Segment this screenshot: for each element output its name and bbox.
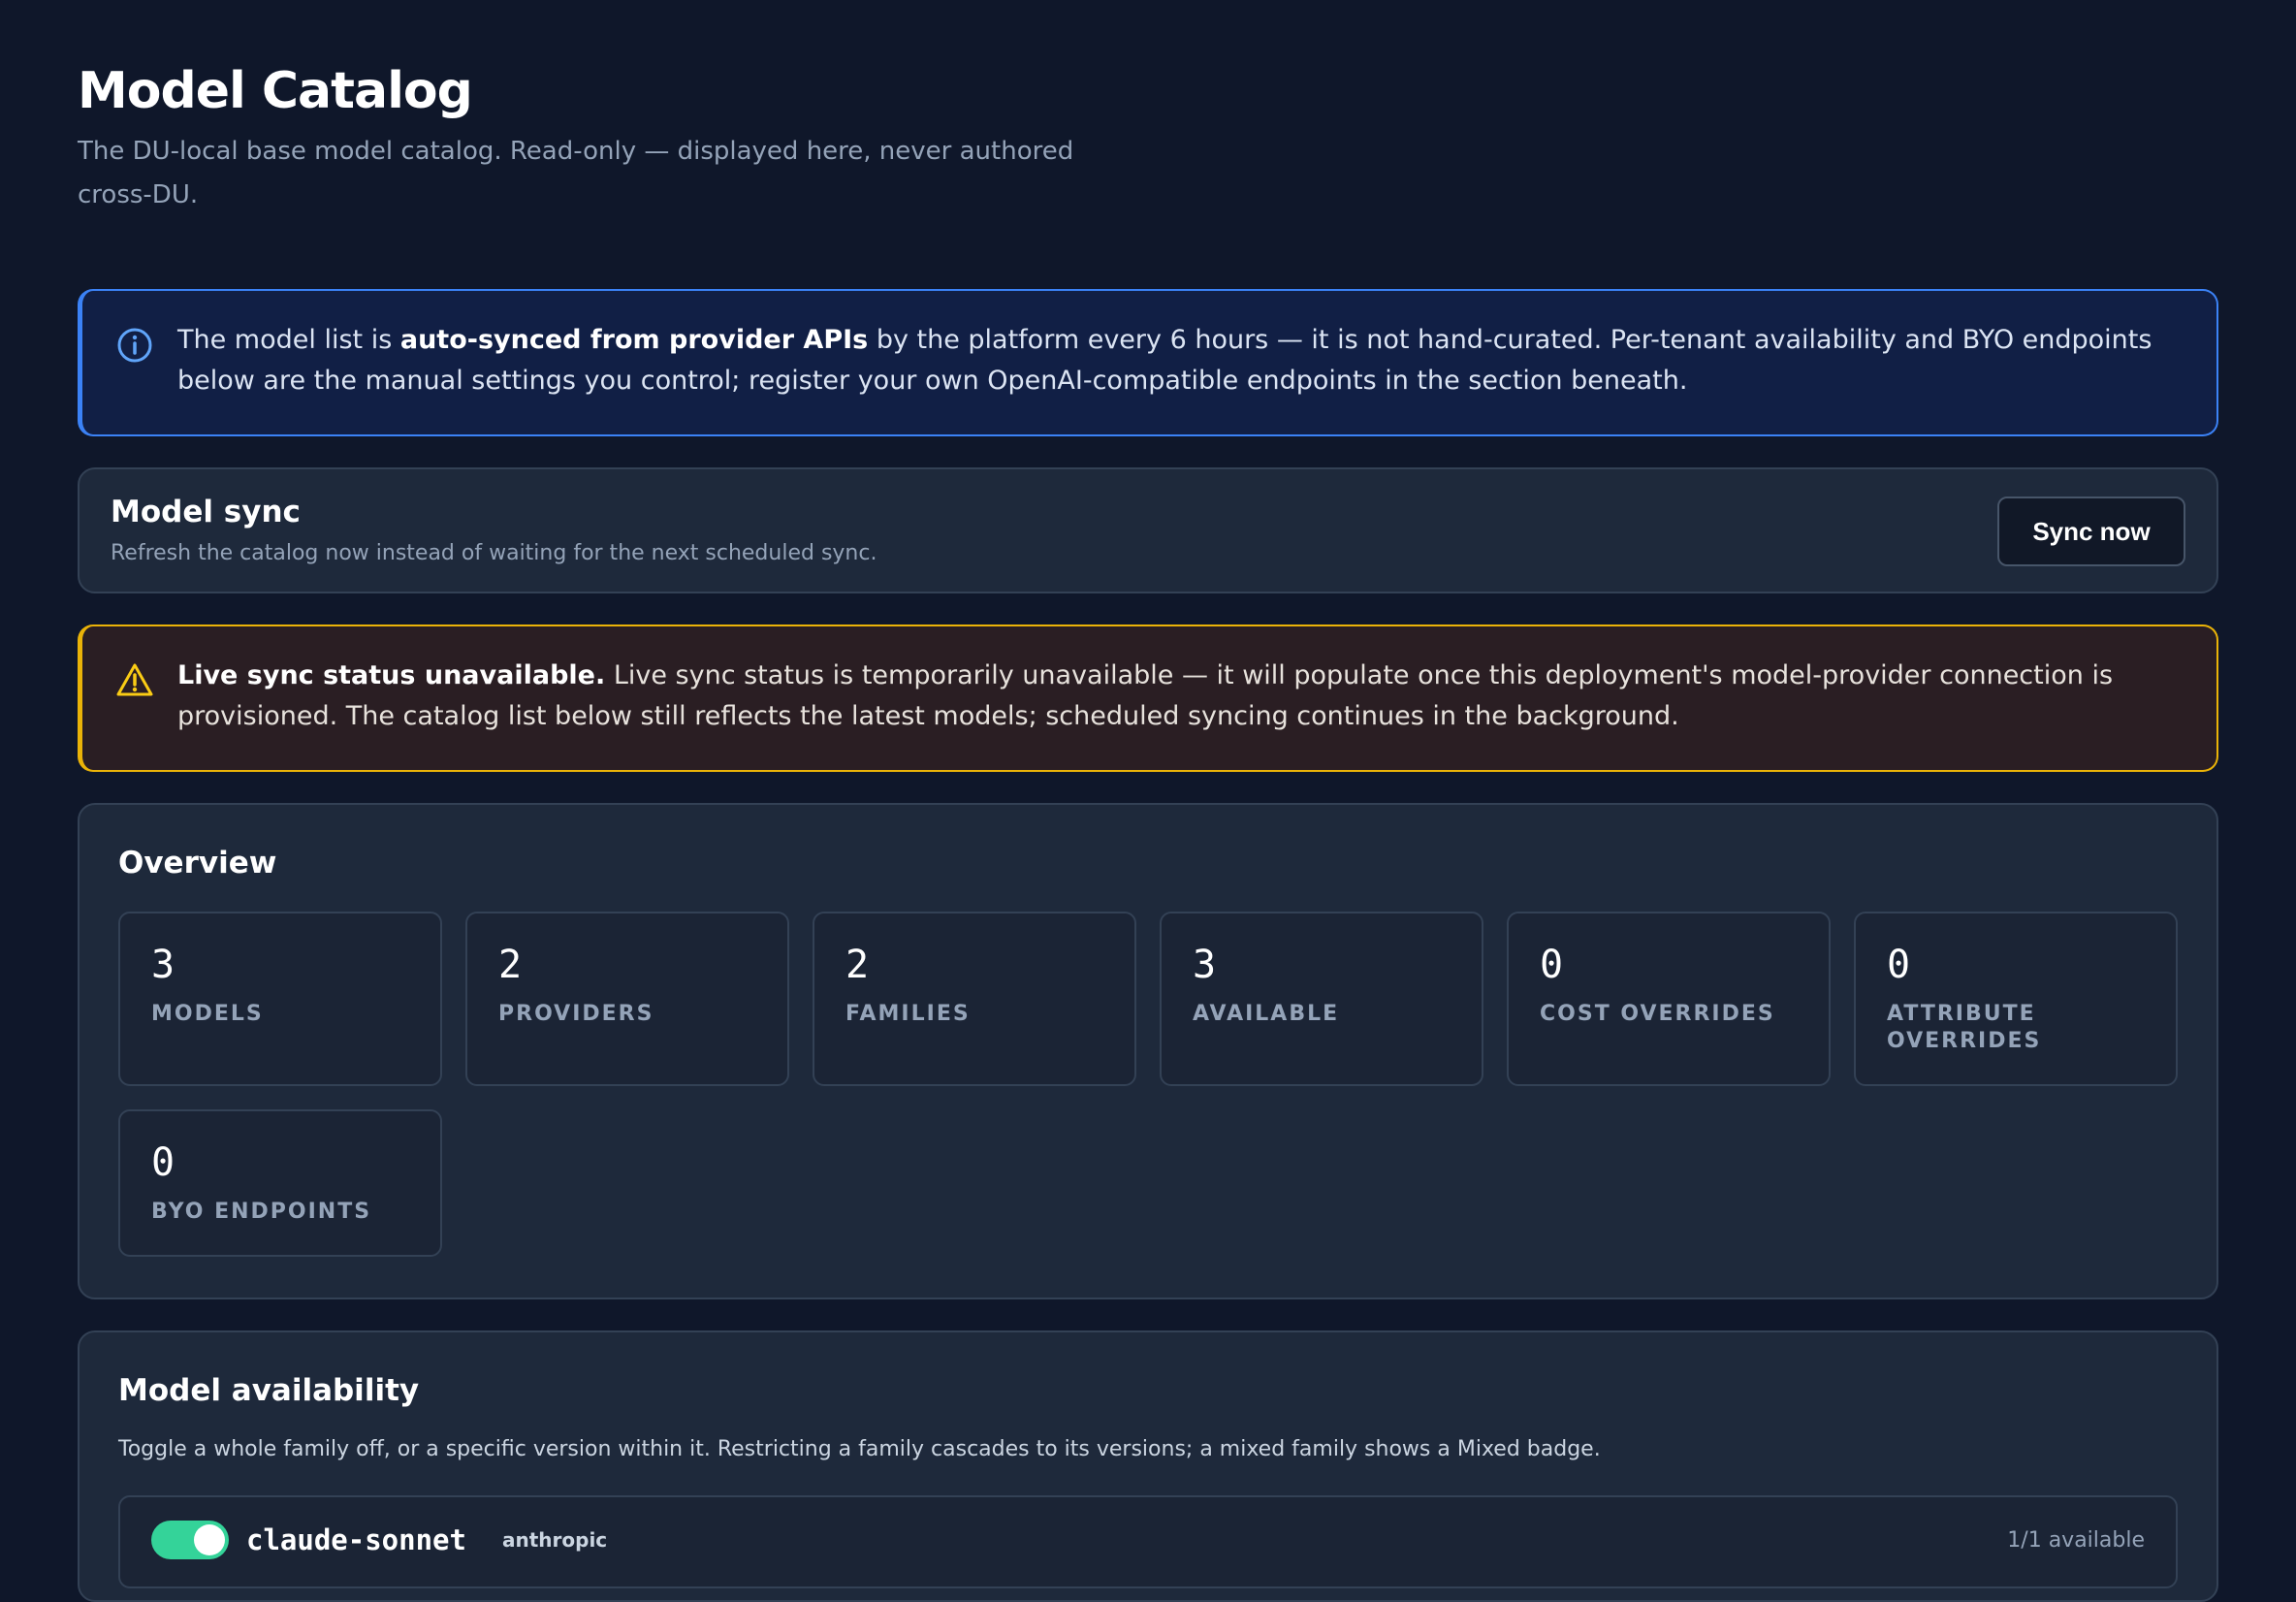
info-banner: The model list is auto-synced from provi… xyxy=(78,289,2218,436)
stat-value: 0 xyxy=(151,1140,175,1185)
model-sync-panel: Model sync Refresh the catalog now inste… xyxy=(78,467,2218,593)
warning-icon xyxy=(116,663,153,696)
warning-banner-bold: Live sync status unavailable. xyxy=(177,660,606,690)
model-availability-panel: Model availability Toggle a whole family… xyxy=(78,1330,2218,1602)
stat-card-byo-endpoints: 0 BYO endpoints xyxy=(118,1109,442,1257)
info-banner-bold: auto-synced from provider APIs xyxy=(399,325,869,355)
stat-value: 2 xyxy=(498,943,523,987)
stat-card-attribute-overrides: 0 Attribute overrides xyxy=(1854,912,2178,1086)
stat-card-families: 2 Families xyxy=(813,912,1136,1086)
model-sync-description: Refresh the catalog now instead of waiti… xyxy=(111,541,877,565)
model-family-name: claude-sonnet xyxy=(246,1523,466,1556)
stat-value: 3 xyxy=(151,943,175,987)
stat-card-cost-overrides: 0 Cost overrides xyxy=(1507,912,1831,1086)
stat-value: 3 xyxy=(1193,943,1217,987)
overview-panel: Overview 3 Models 2 Providers 2 Families… xyxy=(78,803,2218,1299)
model-sync-title: Model sync xyxy=(111,495,301,529)
stat-label: Families xyxy=(845,1002,971,1026)
sync-now-button[interactable]: Sync now xyxy=(1997,497,2185,566)
stat-label: Models xyxy=(151,1002,264,1026)
model-availability-title: Model availability xyxy=(118,1373,420,1408)
model-availability-description: Toggle a whole family off, or a specific… xyxy=(118,1437,1601,1461)
model-family-row: claude-sonnet anthropic 1/1 available xyxy=(118,1495,2178,1588)
stat-value: 0 xyxy=(1887,943,1911,987)
stat-label: Attribute overrides xyxy=(1887,1002,2042,1053)
stat-card-providers: 2 Providers xyxy=(465,912,789,1086)
stat-label: Cost overrides xyxy=(1540,1002,1775,1026)
stat-value: 0 xyxy=(1540,943,1564,987)
stat-label: Available xyxy=(1193,1002,1340,1026)
page-title: Model Catalog xyxy=(78,62,473,120)
info-icon xyxy=(117,328,152,363)
toggle-knob xyxy=(194,1524,225,1555)
stat-card-models: 3 Models xyxy=(118,912,442,1086)
page-header: Model Catalog The DU-local base model ca… xyxy=(78,0,2218,217)
model-availability-count: 1/1 available xyxy=(2007,1528,2145,1553)
stat-value: 2 xyxy=(845,943,870,987)
family-toggle[interactable] xyxy=(151,1521,229,1559)
stat-card-available: 3 Available xyxy=(1160,912,1483,1086)
overview-stat-grid: 3 Models 2 Providers 2 Families 3 Availa… xyxy=(118,912,2178,1257)
model-provider-name: anthropic xyxy=(502,1528,608,1552)
info-banner-text-before: The model list is xyxy=(177,325,400,355)
warning-banner: Live sync status unavailable. Live sync … xyxy=(78,625,2218,772)
stat-label: BYO endpoints xyxy=(151,1200,372,1224)
model-catalog-page: Model Catalog The DU-local base model ca… xyxy=(0,0,2296,1602)
overview-title: Overview xyxy=(118,846,277,881)
page-subtitle: The DU-local base model catalog. Read-on… xyxy=(78,137,1074,209)
stat-label: Providers xyxy=(498,1002,654,1026)
